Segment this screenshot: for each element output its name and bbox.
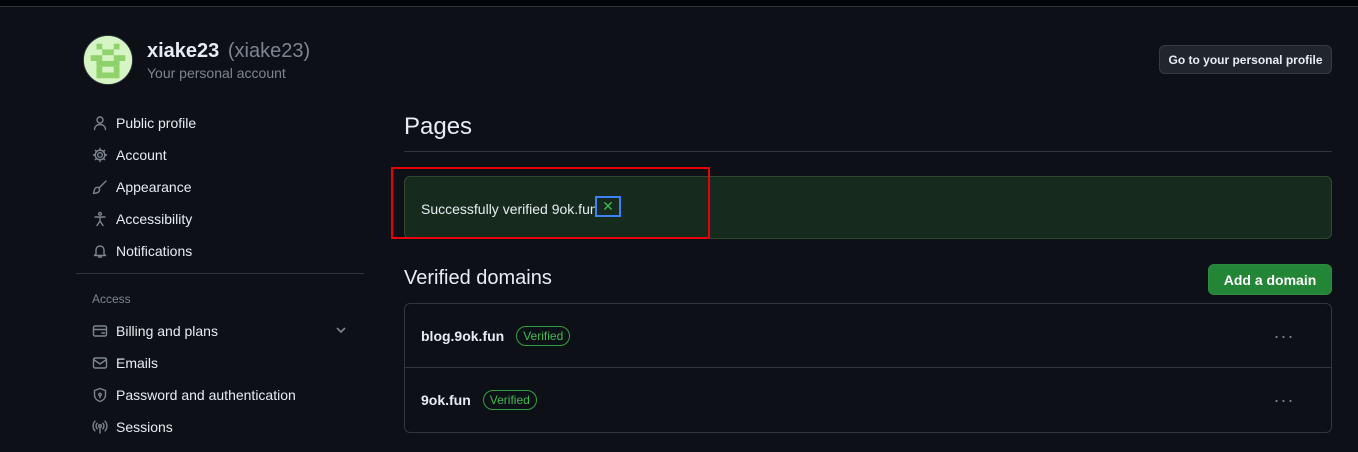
chevron-down-icon[interactable]: [334, 323, 348, 337]
sidebar-item-label: Sessions: [116, 419, 173, 435]
go-to-profile-button[interactable]: Go to your personal profile: [1159, 45, 1332, 74]
title-divider: [404, 151, 1332, 152]
person-icon: [91, 115, 108, 132]
sidebar-item-label: Password and authentication: [116, 387, 296, 403]
sidebar-item-notifications[interactable]: Notifications: [84, 236, 364, 266]
gear-icon: [91, 147, 108, 164]
domain-name: blog.9ok.fun: [421, 327, 505, 344]
top-bar: [0, 0, 1358, 7]
list-item: 9ok.fun Verified ···: [405, 368, 1331, 432]
account-name: xiake23 (xiake23): [147, 40, 310, 63]
verified-badge: Verified: [516, 325, 571, 346]
broadcast-icon: [91, 419, 108, 436]
sidebar-item-password-authentication[interactable]: Password and authentication: [84, 380, 364, 410]
add-domain-button[interactable]: Add a domain: [1208, 264, 1332, 295]
sidebar-item-appearance[interactable]: Appearance: [84, 172, 364, 202]
sidebar-item-public-profile[interactable]: Public profile: [84, 108, 364, 138]
success-flash: Successfully verified 9ok.fun ✕: [404, 176, 1332, 239]
credit-card-icon: [91, 323, 108, 340]
avatar[interactable]: [83, 35, 133, 85]
sidebar-item-sessions[interactable]: Sessions: [84, 412, 364, 442]
flash-message: Successfully verified 9ok.fun: [421, 201, 598, 217]
sidebar-item-accessibility[interactable]: Accessibility: [84, 204, 364, 234]
paintbrush-icon: [91, 179, 108, 196]
verified-domains-list: blog.9ok.fun Verified ··· 9ok.fun Verifi…: [404, 303, 1332, 433]
account-subtitle: Your personal account: [147, 65, 286, 81]
sidebar-item-billing[interactable]: Billing and plans: [84, 316, 364, 346]
sidebar-item-label: Emails: [116, 355, 159, 371]
verified-domains-title: Verified domains: [404, 267, 552, 289]
sidebar-item-emails[interactable]: Emails: [84, 348, 364, 378]
verified-badge: Verified: [482, 390, 537, 410]
account-login: (xiake23): [227, 40, 311, 62]
sidebar-item-label: Appearance: [116, 179, 192, 195]
sidebar-item-label: Public profile: [116, 115, 197, 131]
sidebar-item-label: Billing and plans: [116, 323, 218, 339]
more-options-icon[interactable]: ···: [1269, 390, 1299, 410]
sidebar-item-label: Account: [116, 147, 167, 163]
sidebar-heading-access: Access: [92, 292, 131, 306]
bell-icon: [91, 243, 108, 260]
sidebar-divider: [76, 273, 364, 274]
mail-icon: [91, 355, 108, 372]
list-item: blog.9ok.fun Verified ···: [405, 304, 1331, 368]
page-title: Pages: [404, 113, 473, 140]
more-options-icon[interactable]: ···: [1269, 326, 1299, 346]
sidebar-item-account[interactable]: Account: [84, 140, 364, 170]
sidebar-item-label: Notifications: [116, 243, 193, 259]
close-icon[interactable]: ✕: [595, 196, 621, 217]
accessibility-icon: [91, 211, 108, 228]
shield-lock-icon: [91, 387, 108, 404]
account-username: xiake23: [147, 40, 220, 62]
domain-name: 9ok.fun: [421, 392, 471, 408]
sidebar-item-label: Accessibility: [116, 211, 193, 227]
